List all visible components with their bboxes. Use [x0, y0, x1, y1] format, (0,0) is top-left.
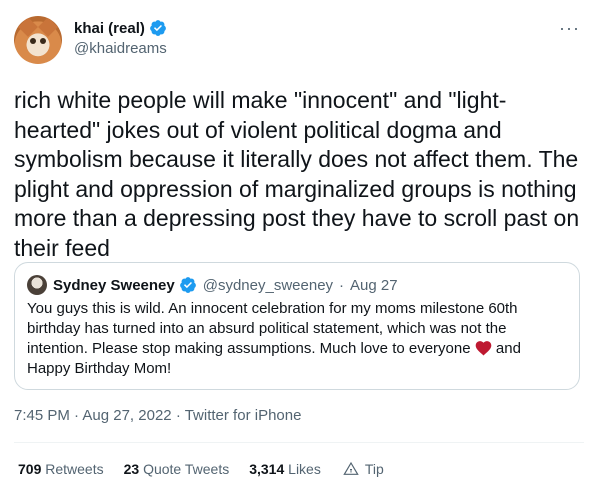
tweet-source[interactable]: Twitter for iPhone	[185, 407, 302, 424]
quote-tweets-count: 23	[123, 461, 140, 477]
avatar-cat-eye	[30, 38, 36, 44]
quoted-author-name: Sydney Sweeney	[53, 276, 175, 294]
author-avatar[interactable]	[14, 16, 62, 64]
quote-tweets-stat[interactable]: 23 Quote Tweets	[124, 461, 230, 477]
tweet-time[interactable]: 7:45 PM	[14, 407, 70, 424]
tip-icon	[343, 461, 359, 475]
separator-dot: ·	[175, 407, 181, 424]
tip-button[interactable]: Tip	[343, 461, 384, 477]
separator-dot: ·	[74, 407, 80, 424]
likes-label: Likes	[288, 461, 321, 477]
author-display-name[interactable]: khai (real)	[74, 20, 145, 37]
likes-stat[interactable]: 3,314 Likes	[249, 461, 321, 477]
quoted-author-handle: @sydney_sweeney	[202, 276, 334, 294]
tip-label: Tip	[364, 461, 384, 477]
author-name-row: khai (real)	[74, 18, 167, 38]
tweet-timestamp: 7:45 PM · Aug 27, 2022 · Twitter for iPh…	[14, 407, 301, 424]
avatar-cat-eye	[40, 38, 46, 44]
retweets-count: 709	[18, 461, 42, 477]
tweet-date[interactable]: Aug 27, 2022	[82, 407, 171, 424]
quoted-tweet-text: You guys this is wild. An innocent celeb…	[27, 299, 567, 379]
avatar-cat-ear	[38, 17, 58, 37]
quoted-author-avatar	[27, 275, 47, 295]
quoted-tweet-date: Aug 27	[350, 276, 398, 294]
quote-tweets-label: Quote Tweets	[143, 461, 230, 477]
tweet-text: rich white people will make "innocent" a…	[14, 87, 580, 261]
author-info: khai (real) @khaidreams	[74, 18, 167, 58]
avatar-cat-ear	[18, 17, 38, 37]
separator-dot: ·	[339, 276, 345, 294]
retweets-stat[interactable]: 709 Retweets	[18, 461, 104, 477]
quoted-tweet-header: Sydney Sweeney @sydney_sweeney · Aug 27	[27, 275, 398, 295]
more-options-icon[interactable]: ···	[559, 18, 580, 38]
likes-count: 3,314	[249, 461, 285, 477]
red-heart-icon	[475, 341, 492, 356]
retweets-label: Retweets	[45, 461, 104, 477]
divider	[14, 442, 584, 443]
author-handle[interactable]: @khaidreams	[74, 40, 167, 57]
verified-badge-icon	[149, 20, 166, 36]
verified-badge-icon	[179, 277, 196, 293]
tweet-card: khai (real) @khaidreams ··· rich white p…	[0, 0, 598, 498]
quoted-text-part: You guys this is wild. An innocent celeb…	[27, 300, 518, 357]
engagement-stats: 709 Retweets 23 Quote Tweets 3,314 Likes…	[18, 461, 384, 477]
quoted-tweet[interactable]: Sydney Sweeney @sydney_sweeney · Aug 27 …	[14, 262, 580, 390]
